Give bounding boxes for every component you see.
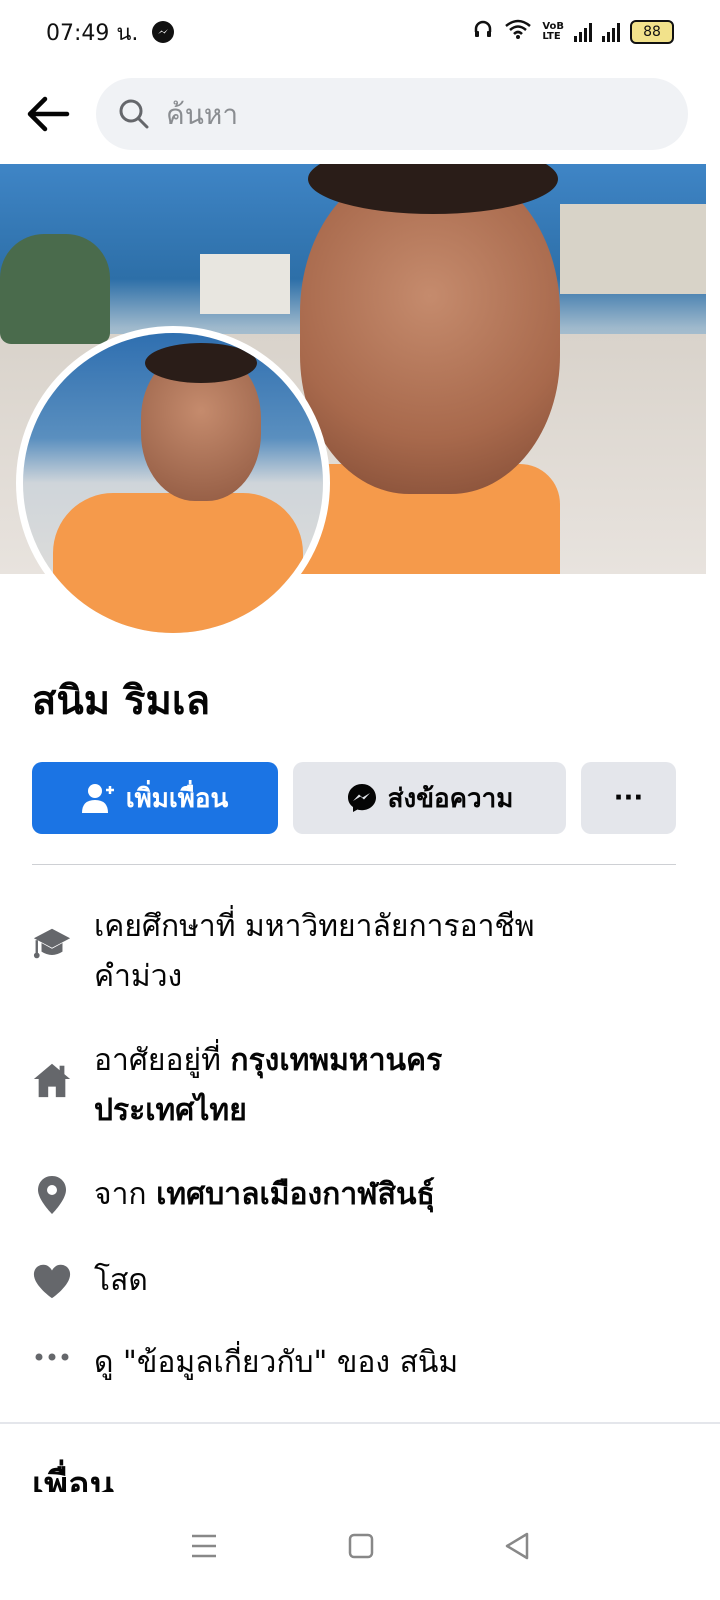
search-icon <box>119 99 149 129</box>
intro-lives-in: อาศัยอยู่ที่ กรุงเทพมหานคร ประเทศไทย <box>32 1036 682 1136</box>
android-nav-bar <box>0 1492 720 1600</box>
signal-2-icon <box>602 22 620 42</box>
lives-country-link[interactable]: ประเทศไทย <box>94 1093 247 1128</box>
cover-building <box>560 204 706 294</box>
intro-relationship: โสด <box>32 1256 682 1306</box>
more-options-button[interactable]: ··· <box>581 762 676 834</box>
more-icon: ··· <box>613 783 644 813</box>
location-pin-icon <box>38 1176 66 1214</box>
lives-city-link[interactable]: กรุงเทพมหานคร <box>230 1043 442 1078</box>
profile-actions: เพิ่มเพื่อน ส่งข้อความ ··· <box>32 762 676 834</box>
recent-apps-button[interactable] <box>190 1533 218 1559</box>
messenger-icon <box>347 784 376 812</box>
add-friend-label: เพิ่มเพื่อน <box>125 783 229 814</box>
from-prefix: จาก <box>94 1177 157 1212</box>
back-nav-button[interactable] <box>504 1532 530 1560</box>
profile-avatar[interactable] <box>16 326 330 640</box>
home-icon <box>33 1063 71 1098</box>
section-separator <box>0 1422 720 1424</box>
heart-icon <box>33 1264 71 1299</box>
battery-indicator: 88 <box>630 20 674 44</box>
triangle-back-icon <box>505 1532 529 1560</box>
back-button[interactable] <box>0 78 96 150</box>
add-friend-icon <box>81 784 114 813</box>
avatar-photo <box>23 333 323 633</box>
relationship-text: โสด <box>94 1263 148 1298</box>
education-text: เคยศึกษาที่ มหาวิทยาลัยการอาชีพ <box>94 909 535 944</box>
avatar-hair <box>145 343 257 383</box>
lives-prefix: อาศัยอยู่ที่ <box>94 1043 231 1078</box>
signal-1-icon <box>574 22 592 42</box>
section-divider <box>32 864 676 865</box>
wifi-icon <box>504 18 532 46</box>
graduation-cap-icon <box>33 928 71 959</box>
message-label: ส่งข้อความ <box>387 783 514 814</box>
menu-icon <box>192 1534 216 1558</box>
profile-name: สนิม ริมเล <box>32 678 211 724</box>
top-bar <box>0 78 720 150</box>
volte-icon: VoB LTE <box>542 22 564 42</box>
cover-building <box>200 254 290 314</box>
home-nav-button[interactable] <box>348 1533 374 1559</box>
from-place-link[interactable]: เทศบาลเมืองกาฬสินธุ์ <box>156 1177 435 1212</box>
add-friend-button[interactable]: เพิ่มเพื่อน <box>32 762 278 834</box>
status-bar: 07:49 น. VoB LTE 88 <box>0 0 720 64</box>
search-bar[interactable] <box>96 78 688 150</box>
search-input[interactable] <box>164 96 608 132</box>
square-icon <box>348 1533 374 1559</box>
avatar-shirt <box>53 493 303 633</box>
see-about-link[interactable]: ดู "ข้อมูลเกี่ยวกับ" ของ สนิม <box>32 1338 682 1388</box>
intro-from: จาก เทศบาลเมืองกาฬสินธุ์ <box>32 1170 682 1220</box>
headset-icon <box>472 18 494 46</box>
status-time: 07:49 น. <box>46 20 139 46</box>
volte-bottom-label: LTE <box>542 31 561 42</box>
messenger-notification-icon <box>152 21 175 43</box>
education-text-line2: คำม่วง <box>94 959 183 994</box>
cover-tree <box>0 234 110 344</box>
see-about-text: ดู "ข้อมูลเกี่ยวกับ" ของ สนิม <box>94 1345 459 1380</box>
more-dots-icon <box>35 1353 69 1361</box>
back-arrow-icon <box>27 96 70 132</box>
friends-heading: เพื่อน <box>32 1465 115 1492</box>
message-button[interactable]: ส่งข้อความ <box>293 762 566 834</box>
intro-education: เคยศึกษาที่ มหาวิทยาลัยการอาชีพ คำม่วง <box>32 902 682 1002</box>
